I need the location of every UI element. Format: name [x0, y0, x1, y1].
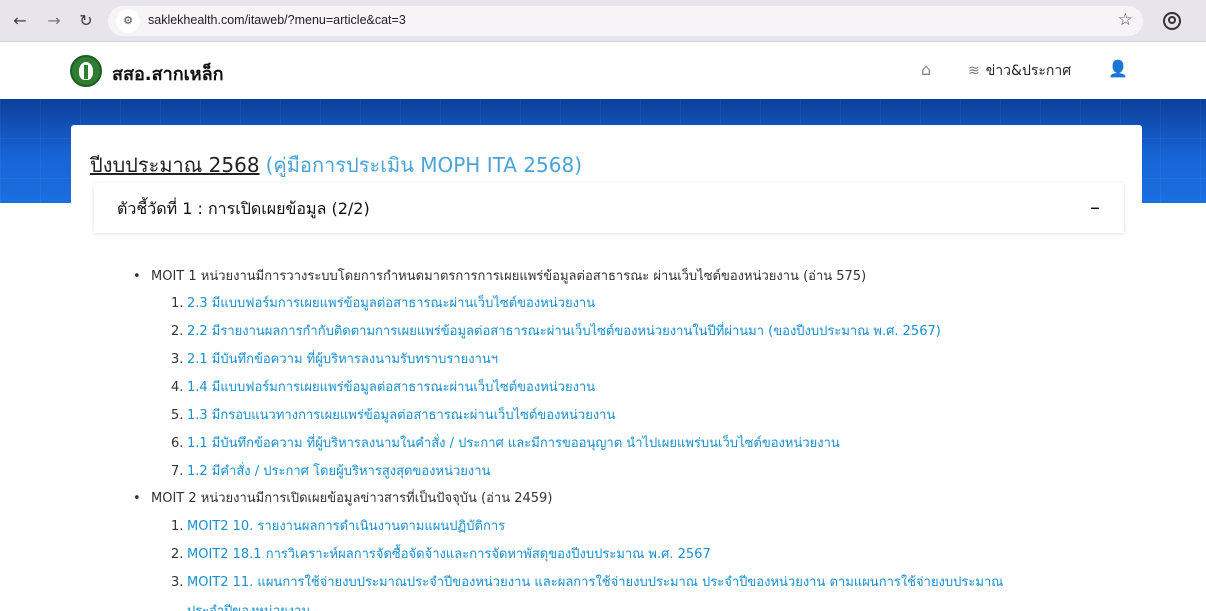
moit2-item-1[interactable]: 1. MOIT2 10. รายงานผลการดำเนินงานตามแผนปฏ…: [171, 515, 505, 536]
site-title[interactable]: สสอ.สากเหล็ก: [112, 59, 224, 88]
moph-logo-icon[interactable]: [70, 55, 102, 87]
moit2-item-3[interactable]: 3. MOIT2 11. แผนการใช้จ่ายงบประมาณประจำปี…: [171, 571, 1003, 611]
address-bar[interactable]: ⚙ saklekhealth.com/itaweb/?menu=article&…: [108, 6, 1143, 36]
list-item-moit2: • MOIT 2 หน่วยงานมีการเปิดเผยข้อมูลข่าวสา…: [133, 487, 552, 508]
site-settings-icon[interactable]: ⚙: [116, 9, 140, 33]
reload-icon[interactable]: ↻: [74, 9, 98, 33]
layers-icon: ≋: [968, 63, 980, 79]
user-icon[interactable]: 👤: [1108, 59, 1128, 78]
browser-toolbar: ← → ↻ ⚙ saklekhealth.com/itaweb/?menu=ar…: [0, 0, 1206, 42]
url-text[interactable]: saklekhealth.com/itaweb/?menu=article&ca…: [148, 13, 406, 27]
back-arrow-icon[interactable]: ←: [8, 9, 32, 33]
home-icon[interactable]: ⌂: [921, 60, 931, 79]
collapse-icon[interactable]: –: [1090, 195, 1100, 219]
moit1-item-7[interactable]: 7. 1.2 มีคำสั่ง / ประกาศ โดยผู้บริหารสูงส…: [171, 460, 490, 481]
manual-link[interactable]: (คู่มือการประเมิน MOPH ITA 2568): [266, 153, 582, 177]
accordion-header[interactable]: ตัวชี้วัดที่ 1 : การเปิดเผยข้อมูล (2/2) …: [94, 183, 1124, 233]
moit1-item-3[interactable]: 3. 2.1 มีบันทึกข้อความ ที่ผู้บริหารลงนามร…: [171, 348, 498, 369]
moit1-item-1[interactable]: 1. 2.3 มีแบบฟอร์มการเผยแพร่ข้อมูลต่อสาธาร…: [171, 292, 595, 313]
nav-news-link[interactable]: ≋ ข่าว&ประกาศ: [968, 60, 1071, 82]
moit1-item-2[interactable]: 2. 2.2 มีรายงานผลการกำกับติดตามการเผยแพร่…: [171, 320, 941, 341]
moit2-item-2[interactable]: 2. MOIT2 18.1 การวิเคราะห์ผลการจัดซื้อจัด…: [171, 543, 711, 564]
content-card: ปีงบประมาณ 2568 (คู่มือการประเมิน MOPH IT…: [71, 125, 1142, 611]
fiscal-year-link[interactable]: ปีงบประมาณ 2568: [90, 153, 260, 177]
moit1-label: MOIT 1 หน่วยงานมีการวางระบบโดยการกำหนดมา…: [151, 269, 867, 284]
accordion-title: ตัวชี้วัดที่ 1 : การเปิดเผยข้อมูล (2/2): [117, 199, 370, 218]
nav-news-label: ข่าว&ประกาศ: [985, 63, 1072, 79]
moit1-item-4[interactable]: 4. 1.4 มีแบบฟอร์มการเผยแพร่ข้อมูลต่อสาธาร…: [171, 376, 595, 397]
bookmark-star-icon[interactable]: ☆: [1118, 10, 1133, 30]
forward-arrow-icon[interactable]: →: [42, 9, 66, 33]
site-header: สสอ.สากเหล็ก ⌂ ≋ ข่าว&ประกาศ 👤: [0, 43, 1206, 99]
profile-icon[interactable]: [1163, 12, 1181, 30]
page-heading: ปีงบประมาณ 2568 (คู่มือการประเมิน MOPH IT…: [90, 149, 582, 181]
list-item-moit1: • MOIT 1 หน่วยงานมีการวางระบบโดยการกำหนดม…: [133, 265, 866, 286]
bullet-icon: •: [133, 269, 141, 284]
bullet-icon: •: [133, 491, 141, 506]
moit1-item-6[interactable]: 6. 1.1 มีบันทึกข้อความ ที่ผู้บริหารลงนามใ…: [171, 432, 840, 453]
moit2-label: MOIT 2 หน่วยงานมีการเปิดเผยข้อมูลข่าวสาร…: [151, 491, 553, 506]
moit1-item-5[interactable]: 5. 1.3 มีกรอบแนวทางการเผยแพร่ข้อมูลต่อสาธ…: [171, 404, 615, 425]
